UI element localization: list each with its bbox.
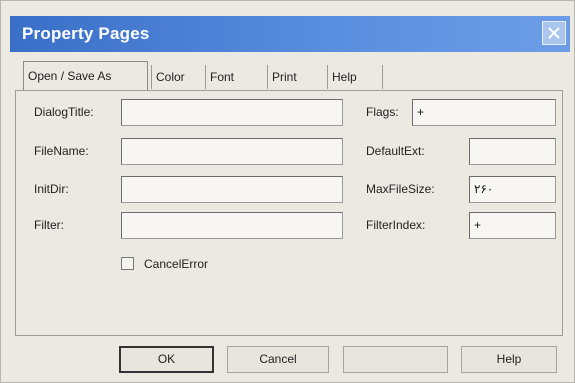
file-name-label: FileName: — [34, 144, 89, 158]
filter-field[interactable] — [121, 212, 343, 239]
cancel-button[interactable]: Cancel — [227, 346, 329, 373]
tab-open-save-as[interactable]: Open / Save As — [23, 61, 148, 91]
init-dir-label: InitDir: — [34, 182, 69, 196]
dialog-title-label: DialogTitle: — [34, 105, 94, 119]
tab-print[interactable]: Print — [267, 65, 317, 89]
dialog-title-field[interactable] — [121, 99, 343, 126]
cancel-error-label: CancelError — [144, 257, 209, 271]
tab-color[interactable]: Color — [151, 65, 201, 89]
flags-label: Flags: — [366, 105, 399, 119]
tab-label: Open / Save As — [28, 69, 112, 83]
tab-label: Help — [332, 70, 357, 84]
default-ext-field[interactable] — [469, 138, 556, 165]
tab-label: Print — [272, 70, 297, 84]
property-pages-dialog: Property Pages Open / Save As Color Font… — [0, 0, 575, 383]
filter-index-field[interactable]: + — [469, 212, 556, 239]
tab-label: Font — [210, 70, 235, 84]
init-dir-field[interactable] — [121, 176, 343, 203]
tab-font[interactable]: Font — [205, 65, 247, 89]
title-bar: Property Pages — [10, 16, 570, 52]
apply-button[interactable] — [343, 346, 448, 373]
ok-button[interactable]: OK — [119, 346, 214, 373]
max-file-size-field[interactable]: ۲۶۰ — [469, 176, 556, 203]
max-file-size-label: MaxFileSize: — [366, 182, 435, 196]
dialog-title: Property Pages — [22, 24, 150, 43]
flags-field[interactable]: + — [412, 99, 556, 126]
close-icon — [548, 27, 560, 39]
default-ext-label: DefaultExt: — [366, 144, 425, 158]
filter-label: Filter: — [34, 218, 64, 232]
close-button[interactable] — [542, 21, 566, 45]
filter-index-label: FilterIndex: — [366, 218, 426, 232]
help-button[interactable]: Help — [461, 346, 557, 373]
tab-label: Color — [156, 70, 185, 84]
cancel-error-checkbox[interactable] — [121, 257, 134, 270]
file-name-field[interactable] — [121, 138, 343, 165]
tab-help[interactable]: Help — [327, 65, 383, 89]
